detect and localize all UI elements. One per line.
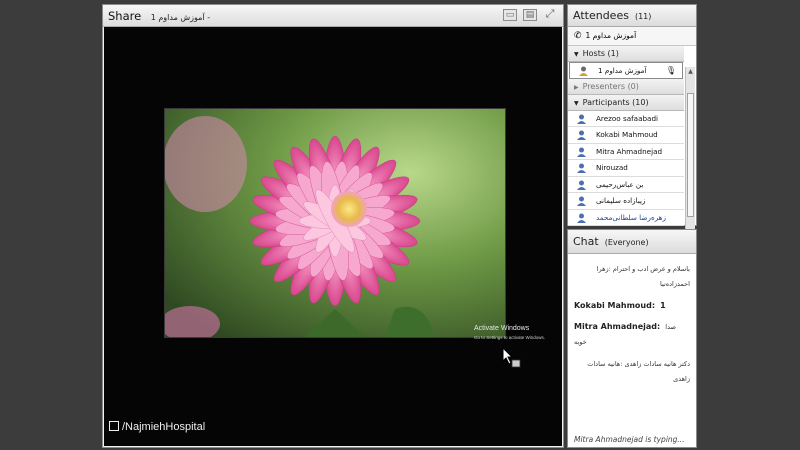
participant-row[interactable]: Kokabi Mahmoud (568, 127, 684, 144)
chat-message: Mitra Ahmadnejad: صدا خوبه (574, 318, 690, 348)
share-pod-title: Share (108, 9, 142, 23)
user-icon (577, 163, 586, 173)
attendees-pod-header: Attendees (11) (568, 5, 696, 27)
participant-name: زهره‌رضا‌ سلطانی‌محمد (596, 212, 666, 222)
participants-group-header[interactable]: ▼ Participants (10) (568, 94, 684, 111)
host-row[interactable]: آموزش مداوم 1 🎙 (569, 62, 683, 79)
mouse-cursor-icon (502, 346, 522, 373)
chat-scope[interactable]: (Everyone) (605, 238, 649, 247)
user-icon (577, 180, 586, 190)
fullscreen-icon[interactable]: ⤢ (543, 8, 557, 21)
attendees-list: ✆ آموزش مداوم 1 ▼ Hosts (1) آموزش مداوم 1 … (568, 27, 696, 248)
meeting-room-row[interactable]: ✆ آموزش مداوم 1 (568, 27, 696, 46)
chat-pod: Chat (Everyone) باسلام و عرض ادب و احترام… (567, 229, 697, 448)
user-icon (577, 213, 586, 223)
participant-name: بن عباس‌رحیمی (596, 179, 644, 189)
chevron-down-icon: ▼ (574, 51, 579, 58)
presenters-label: Presenters (0) (582, 81, 639, 91)
windows-logo-icon (109, 421, 119, 431)
participant-row[interactable]: زهره‌رضا‌ سلطانی‌محمد (568, 210, 684, 226)
hosts-group-header[interactable]: ▼ Hosts (1) (568, 46, 684, 62)
user-icon (577, 147, 586, 157)
chat-message-text: باسلام و عرض ادب و احترام :زهرا احمدزاده… (596, 265, 690, 288)
meeting-room-name: آموزش مداوم 1 (585, 31, 637, 40)
activate-windows-notice: Activate Windows Go to Settings to activ… (474, 324, 545, 342)
participant-name: زیبا‌زاده سلیمانی (596, 196, 646, 205)
participant-row[interactable]: Arezoo safaabadi (568, 111, 684, 127)
chat-message-author: Mitra Ahmadnejad: (574, 322, 661, 331)
user-icon (577, 130, 586, 140)
share-pod-subtitle: آموزش مداوم 1 - (150, 13, 211, 22)
chat-message: دکتر هانیه سادات زاهدی :هانیه سادات زاهد… (574, 355, 690, 385)
participant-name: Nirouzad (596, 163, 628, 172)
share-stage: /NajmiehHospital Activate Windows Go to … (104, 27, 562, 446)
chat-title: Chat (573, 235, 599, 248)
chat-message: باسلام و عرض ادب و احترام :زهرا احمدزاده… (574, 260, 690, 290)
chevron-down-icon: ▼ (574, 99, 579, 107)
chat-message-author: Kokabi Mahmoud: (574, 301, 656, 310)
activate-windows-subtitle: Go to Settings to activate Windows. (474, 335, 546, 340)
layout-icon[interactable]: ▭ (503, 9, 517, 21)
participant-row[interactable]: بن عباس‌رحیمی (568, 177, 684, 193)
attendees-pod: Attendees (11) ✆ آموزش مداوم 1 ▼ Hosts (1) … (567, 4, 697, 248)
host-user-icon (579, 66, 588, 76)
attendees-count: (11) (634, 12, 652, 21)
chevron-right-icon: ▶ (574, 83, 579, 91)
microphone-icon: 🎙 (665, 66, 676, 75)
presenters-group-header[interactable]: ▶ Presenters (0) (568, 78, 684, 95)
participant-name: Arezoo safaabadi (596, 113, 659, 123)
chat-message-text: دکتر هانیه سادات زاهدی :هانیه سادات زاهد… (587, 360, 690, 383)
chat-pod-header: Chat (Everyone) (568, 230, 696, 254)
shared-flower-image (160, 108, 506, 342)
presentation-icon[interactable]: ▤ (523, 9, 537, 21)
scrollbar-thumb[interactable] (687, 93, 694, 217)
typing-indicator: Mitra Ahmadnejad is typing... (574, 435, 685, 444)
share-pod: Share آموزش مداوم 1 - ▭ ▤ ⤢ /NajmiehHosp… (102, 4, 564, 448)
hosts-label: Hosts (1) (582, 49, 619, 58)
participant-name: Mitra Ahmadnejad (596, 146, 663, 156)
attendees-scrollbar[interactable]: ▲ ▼ (685, 67, 695, 248)
phone-icon: ✆ (574, 31, 582, 41)
user-icon (577, 114, 586, 124)
chat-message: Kokabi Mahmoud: 1 (574, 297, 690, 311)
participants-label: Participants (10) (582, 97, 649, 107)
share-pod-header: Share آموزش مداوم 1 - ▭ ▤ ⤢ (103, 5, 563, 27)
attendees-title: Attendees (573, 9, 629, 22)
channel-watermark: /NajmiehHospital (109, 421, 205, 433)
scroll-up-icon[interactable]: ▲ (686, 67, 695, 77)
participant-name: Kokabi Mahmoud (596, 130, 658, 139)
chat-message-text: 1 (660, 301, 666, 310)
participant-row[interactable]: زیبا‌زاده سلیمانی (568, 193, 684, 210)
user-icon (577, 196, 586, 206)
participant-row[interactable]: Nirouzad (568, 160, 684, 177)
participant-row[interactable]: Mitra Ahmadnejad (568, 144, 684, 160)
chat-messages: باسلام و عرض ادب و احترام :زهرا احمدزاده… (568, 254, 696, 447)
activate-windows-title: Activate Windows (474, 325, 530, 332)
watermark-text: /NajmiehHospital (122, 421, 206, 433)
host-name: آموزش مداوم 1 (598, 66, 647, 75)
